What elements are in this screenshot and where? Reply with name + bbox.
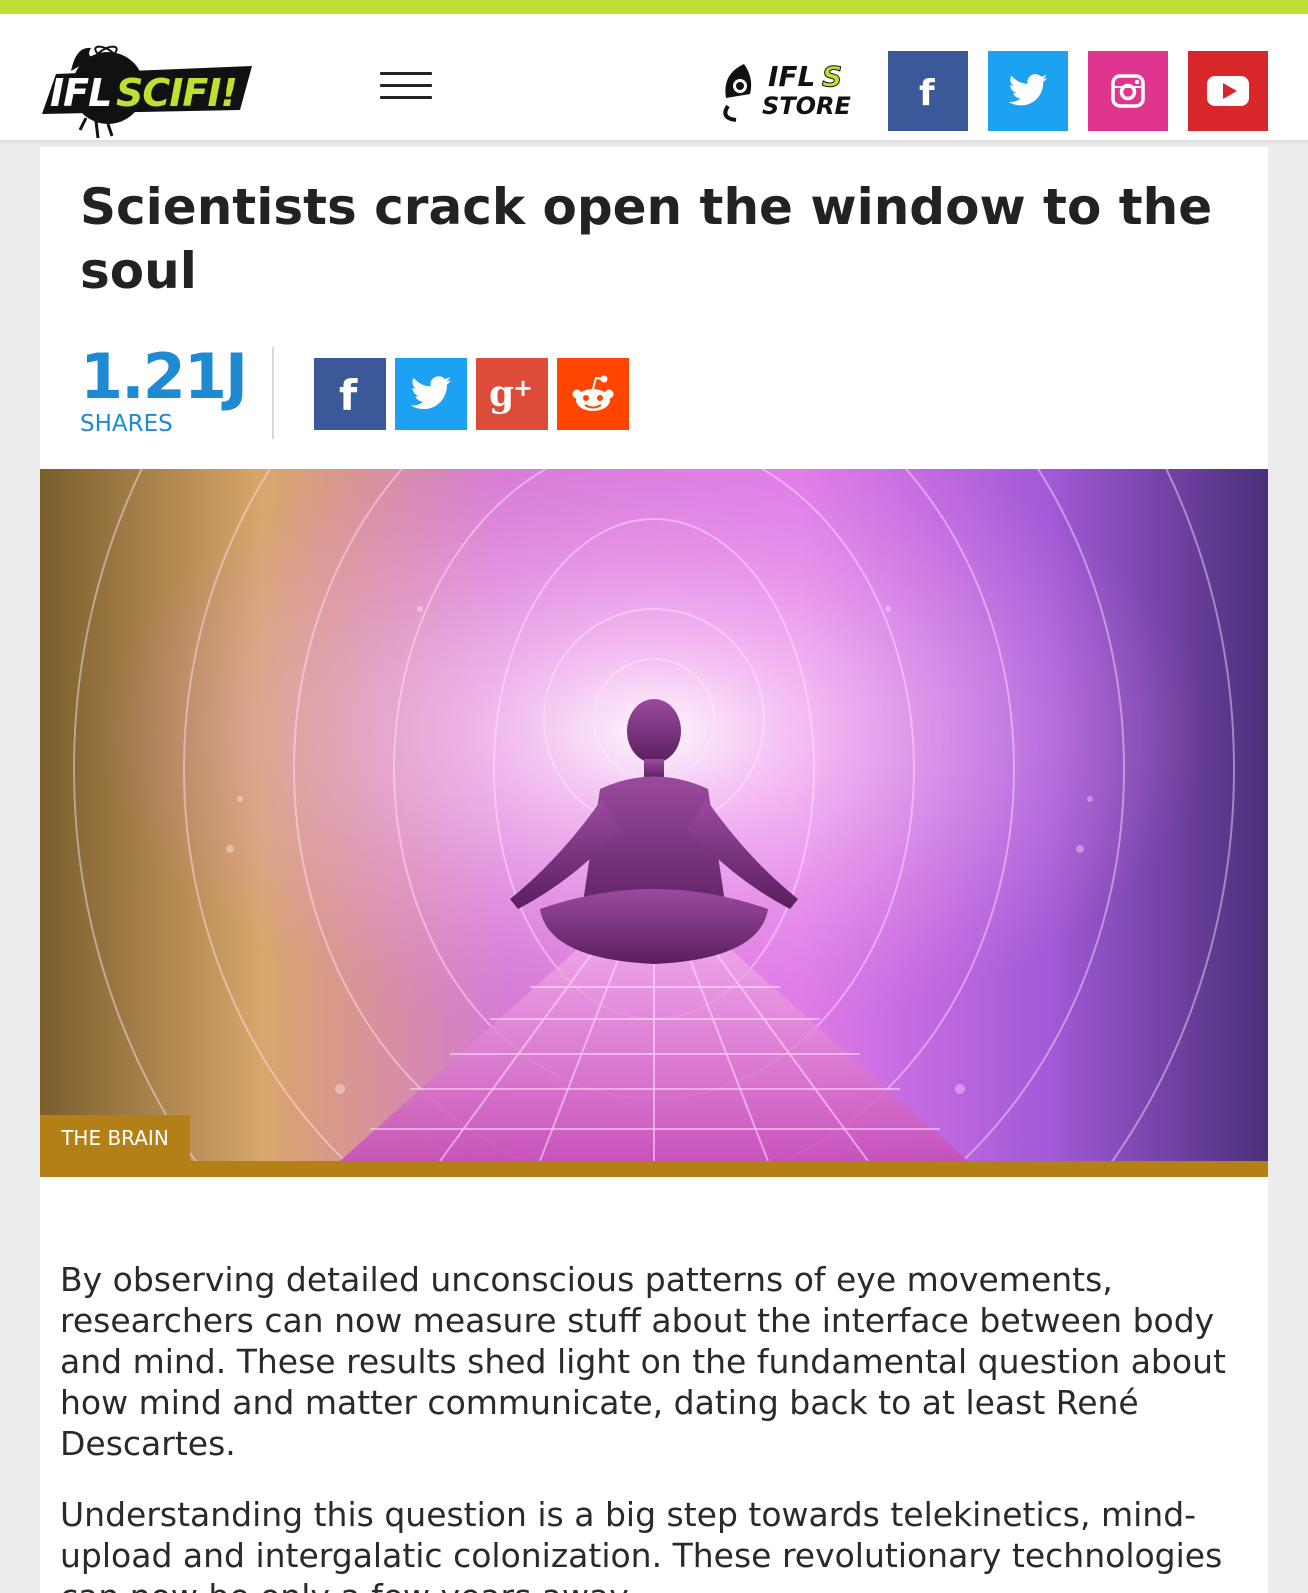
twitter-icon <box>1008 74 1048 106</box>
facebook-icon: f <box>919 73 935 111</box>
share-divider <box>272 347 274 439</box>
svg-text:+: + <box>513 374 533 402</box>
svg-text:IFL: IFL <box>768 60 815 93</box>
google-plus-icon: g+ <box>489 373 533 415</box>
article-card: Scientists crack open the window to the … <box>40 147 1268 1593</box>
share-facebook-button[interactable]: f <box>314 358 386 430</box>
article-paragraph: By observing detailed unconscious patter… <box>60 1260 1226 1463</box>
ifls-store-link[interactable]: IFL S STORE <box>718 44 866 126</box>
article-paragraph: Understanding this question is a big ste… <box>60 1495 1223 1593</box>
twitter-icon <box>410 376 452 410</box>
instagram-icon <box>1111 74 1145 108</box>
category-tag[interactable]: THE BRAIN <box>40 1115 190 1161</box>
article-body: By observing detailed unconscious patter… <box>60 1259 1250 1593</box>
share-count-label: SHARES <box>80 411 173 437</box>
top-accent-bar <box>0 0 1308 14</box>
header-facebook-button[interactable]: f <box>888 51 968 131</box>
category-bar <box>40 1161 1268 1177</box>
svg-text:S: S <box>822 60 842 93</box>
svg-text:SCIFI!: SCIFI! <box>116 71 237 115</box>
facebook-icon: f <box>339 372 358 416</box>
header-twitter-button[interactable] <box>988 51 1068 131</box>
hamburger-icon <box>380 72 432 75</box>
share-twitter-button[interactable] <box>395 358 467 430</box>
reddit-icon <box>572 375 614 411</box>
iflscifi-logo[interactable]: IFL SCIFI! <box>36 26 258 138</box>
svg-text:f: f <box>919 73 935 111</box>
share-googleplus-button[interactable]: g + <box>476 358 548 430</box>
share-reddit-button[interactable] <box>557 358 629 430</box>
header-youtube-button[interactable] <box>1188 51 1268 131</box>
header-instagram-button[interactable] <box>1088 51 1168 131</box>
article-title: Scientists crack open the window to the … <box>80 178 1213 300</box>
youtube-icon <box>1207 76 1249 106</box>
hero-image-meditation <box>40 469 1268 1161</box>
svg-text:STORE: STORE <box>762 92 852 120</box>
svg-text:g: g <box>489 373 514 415</box>
site-header: IFL SCIFI! IFL S STORE f <box>0 14 1308 140</box>
svg-text:f: f <box>339 372 358 416</box>
menu-button[interactable] <box>380 72 432 106</box>
svg-text:IFL: IFL <box>50 71 111 115</box>
share-count: 1.21J <box>80 340 248 413</box>
